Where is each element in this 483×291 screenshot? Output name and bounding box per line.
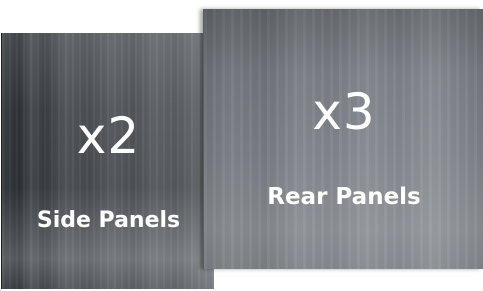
rear-panel-count: x3 — [312, 83, 376, 141]
rear-panel-label: Rear Panels — [267, 184, 421, 210]
side-panel-count: x2 — [76, 107, 141, 165]
side-panel-label: Side Panels — [36, 208, 181, 233]
rear-panel-card: x3 Rear Panels — [203, 9, 483, 269]
side-panel-card: x2 Side Panels — [1, 33, 214, 289]
